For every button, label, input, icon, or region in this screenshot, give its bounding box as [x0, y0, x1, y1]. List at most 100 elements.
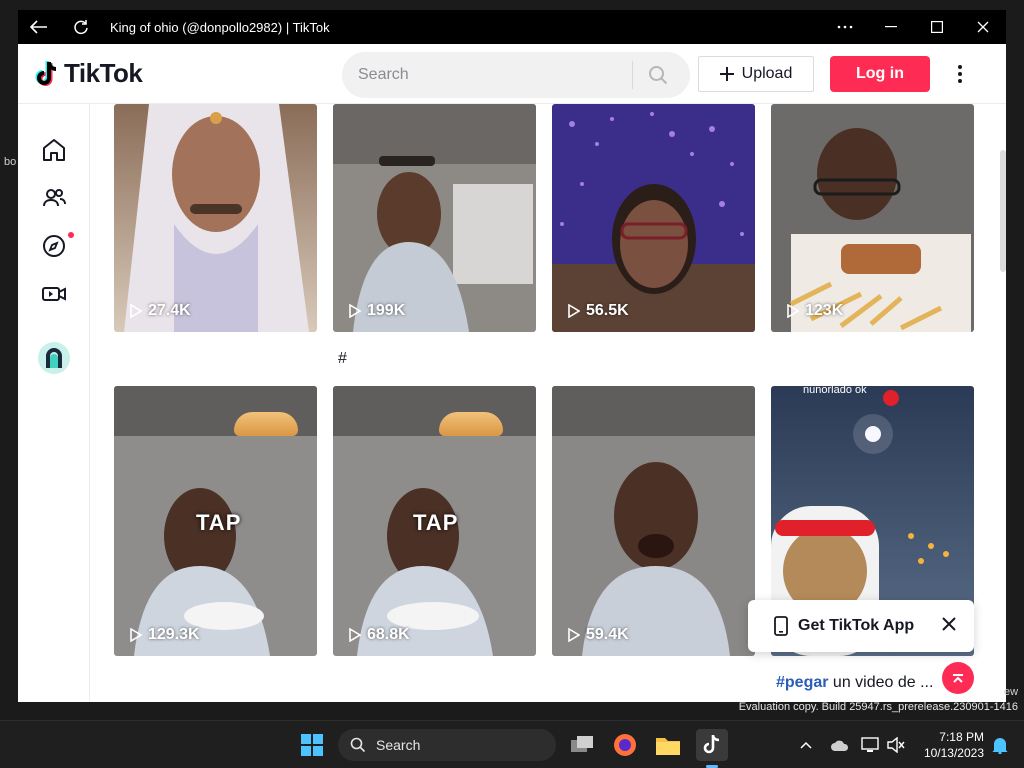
tiktok-header: TikTok Upload Log in [18, 44, 1006, 104]
video-caption[interactable]: # [338, 350, 347, 368]
view-count: 68.8K [349, 626, 410, 644]
show-hidden-icons-button[interactable] [790, 729, 822, 761]
play-icon [787, 304, 799, 318]
profile-avatar-icon [38, 342, 70, 374]
tap-overlay: TAP [413, 510, 459, 535]
notifications-button[interactable] [984, 729, 1016, 761]
windows-icon [301, 734, 323, 756]
get-app-banner[interactable]: Get TikTok App [748, 600, 974, 652]
video-card[interactable]: 27.4K [114, 104, 317, 332]
play-icon [130, 628, 142, 642]
header-more-button[interactable] [948, 58, 972, 90]
phone-icon [774, 616, 788, 636]
system-clock[interactable]: 7:18 PM 10/13/2023 [918, 729, 984, 761]
sidebar-item-following[interactable] [36, 180, 72, 216]
folder-icon [656, 738, 680, 755]
view-count: 129.3K [130, 626, 200, 644]
taskbar-search-label: Search [376, 737, 421, 753]
vertical-ellipsis-icon [958, 65, 962, 83]
bell-icon [992, 738, 1008, 754]
video-card[interactable]: 123K [771, 104, 974, 332]
close-banner-button[interactable] [942, 617, 956, 636]
video-thumbnail [771, 104, 974, 332]
search-input[interactable] [342, 52, 632, 98]
taskbar-search[interactable]: Search [338, 729, 556, 761]
minimize-button[interactable] [868, 10, 914, 44]
more-options-button[interactable] [822, 10, 868, 44]
tiktok-taskbar-button[interactable] [696, 729, 728, 761]
get-app-label: Get TikTok App [798, 617, 915, 634]
close-icon [977, 21, 989, 33]
scrollbar-thumb[interactable] [1000, 150, 1006, 272]
video-card[interactable]: 199K [333, 104, 536, 332]
task-view-button[interactable] [566, 729, 598, 761]
compass-icon [43, 235, 65, 257]
view-count-text: 123K [805, 302, 844, 319]
onedrive-button[interactable] [824, 729, 856, 761]
refresh-button[interactable] [60, 10, 102, 44]
video-card[interactable]: TAP 68.8K [333, 386, 536, 656]
view-count-text: 68.8K [367, 626, 410, 643]
task-view-icon [571, 736, 593, 752]
desktop-text-right: ew [1004, 686, 1019, 698]
video-card[interactable]: 56.5K [552, 104, 755, 332]
refresh-icon [74, 20, 88, 35]
search-button[interactable] [633, 52, 683, 98]
maximize-icon [931, 21, 943, 33]
sidebar-item-home[interactable] [36, 132, 72, 168]
tiktok-logo[interactable]: TikTok [34, 58, 143, 89]
login-button[interactable]: Log in [830, 56, 930, 92]
sidebar-item-profile[interactable] [36, 340, 72, 376]
clock-time: 7:18 PM [939, 730, 984, 744]
app-window: King of ohio (@donpollo2982) | TikTok Ti… [18, 10, 1006, 702]
firefox-button[interactable] [609, 729, 641, 761]
sidebar-item-explore[interactable] [36, 228, 74, 264]
search-icon [649, 66, 668, 85]
upload-label: Upload [741, 65, 793, 82]
video-thumbnail [333, 104, 536, 332]
search-icon [350, 737, 366, 753]
live-video-icon [42, 287, 66, 301]
video-caption[interactable]: #pegar un video de ... [776, 674, 933, 692]
play-icon [349, 304, 361, 318]
play-icon [349, 628, 361, 642]
maximize-button[interactable] [914, 10, 960, 44]
back-button[interactable] [18, 10, 60, 44]
close-window-button[interactable] [960, 10, 1006, 44]
volume-button[interactable] [880, 729, 912, 761]
window-title: King of ohio (@donpollo2982) | TikTok [110, 19, 330, 35]
home-icon [43, 139, 65, 161]
plus-icon [719, 67, 734, 81]
upload-button[interactable]: Upload [698, 56, 814, 92]
start-button[interactable] [296, 729, 328, 761]
logo-text: TikTok [64, 58, 143, 88]
back-arrow-icon [30, 20, 47, 34]
file-explorer-button[interactable] [652, 729, 684, 761]
following-icon [43, 189, 66, 207]
video-thumbnail [552, 104, 755, 332]
hashtag-link[interactable]: #pegar [776, 674, 828, 691]
close-icon [942, 617, 956, 631]
play-icon [130, 304, 142, 318]
ellipsis-icon [837, 25, 853, 29]
cloud-icon [831, 740, 849, 751]
taskbar: Search 7:18 PM 10/13/2023 [0, 720, 1024, 768]
play-icon [568, 628, 580, 642]
clock-date: 10/13/2023 [923, 746, 984, 760]
sidebar [18, 104, 90, 702]
view-count: 123K [787, 302, 843, 320]
chevron-up-icon [800, 741, 812, 749]
video-card[interactable]: TAP 129.3K [114, 386, 317, 656]
video-card[interactable]: 59.4K [552, 386, 755, 656]
minimize-icon [885, 26, 897, 28]
play-icon [568, 304, 580, 318]
volume-muted-icon [887, 737, 905, 753]
notification-dot [68, 232, 74, 238]
bun-sticker [439, 412, 503, 436]
tiktok-note-icon [35, 60, 57, 86]
view-count: 199K [349, 302, 405, 320]
sidebar-item-live[interactable] [36, 276, 72, 312]
view-count: 56.5K [568, 302, 629, 320]
back-to-top-button[interactable] [942, 662, 974, 694]
title-bar: King of ohio (@donpollo2982) | TikTok [18, 10, 1006, 44]
